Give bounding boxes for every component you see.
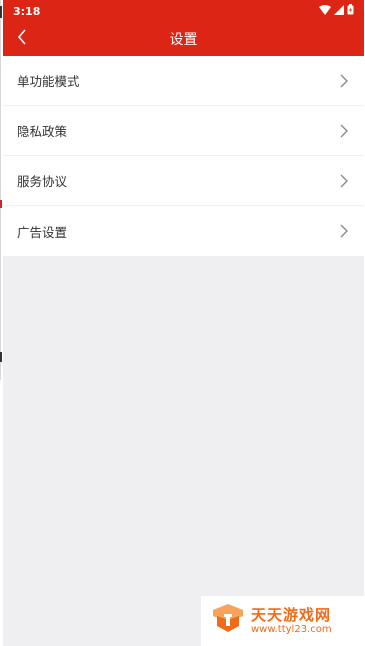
signal-icon bbox=[334, 4, 344, 18]
settings-item-label: 服务协议 bbox=[17, 174, 68, 189]
settings-item-privacy-policy[interactable]: 隐私政策 bbox=[3, 106, 364, 156]
page-title: 设置 bbox=[169, 32, 198, 48]
chevron-left-icon bbox=[17, 29, 27, 49]
settings-item-label: 隐私政策 bbox=[17, 124, 68, 139]
app-bar: 设置 bbox=[3, 22, 364, 56]
watermark-brand: 天天游戏网 bbox=[251, 606, 332, 625]
settings-list: 单功能模式 隐私政策 服务协议 广告设置 bbox=[3, 56, 364, 256]
left-edge-mark bbox=[0, 200, 2, 208]
status-time: 3:18 bbox=[13, 4, 41, 18]
settings-item-label: 单功能模式 bbox=[17, 74, 80, 89]
left-edge-mark bbox=[0, 6, 2, 18]
settings-item-service-agreement[interactable]: 服务协议 bbox=[3, 156, 364, 206]
status-icons bbox=[319, 4, 354, 18]
settings-item-single-function-mode[interactable]: 单功能模式 bbox=[3, 56, 364, 106]
chevron-right-icon bbox=[340, 74, 350, 88]
watermark-url: www.ttyl23.com bbox=[251, 623, 332, 635]
back-button[interactable] bbox=[13, 29, 31, 49]
site-watermark: 天天游戏网 www.ttyl23.com bbox=[201, 596, 365, 646]
app-screen: 3:18 设置 单功能模式 隐私政策 服务协议 广告设置 bbox=[3, 0, 364, 646]
chevron-right-icon bbox=[340, 224, 350, 238]
status-bar: 3:18 bbox=[3, 0, 364, 22]
wifi-icon bbox=[319, 4, 331, 18]
left-edge-border bbox=[0, 0, 1, 380]
watermark-text: 天天游戏网 www.ttyl23.com bbox=[251, 607, 332, 635]
watermark-logo-icon bbox=[211, 604, 245, 638]
chevron-right-icon bbox=[340, 124, 350, 138]
settings-item-label: 广告设置 bbox=[17, 224, 68, 240]
chevron-right-icon bbox=[340, 174, 350, 188]
left-edge-mark bbox=[0, 352, 2, 362]
settings-item-ad-settings[interactable]: 广告设置 bbox=[3, 206, 364, 256]
battery-icon bbox=[347, 4, 354, 18]
